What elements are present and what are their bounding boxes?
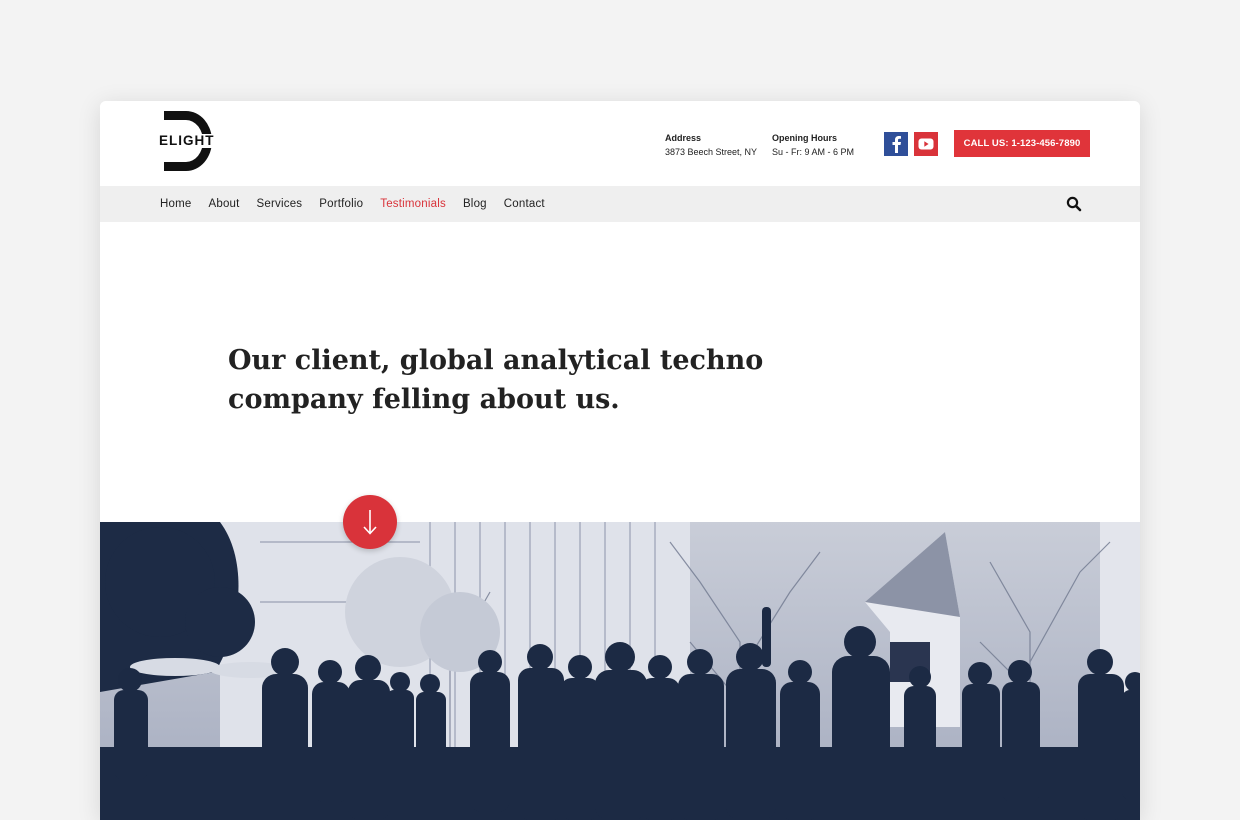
hours-block: Opening Hours Su - Fr: 9 AM - 6 PM [772,131,854,159]
hero-crowd-photo [100,522,1140,820]
site-header: ELIGHT Address 3873 Beech Street, NY Ope… [100,101,1140,186]
facebook-icon [892,136,901,153]
search-button[interactable] [1066,196,1082,212]
facebook-link[interactable] [884,132,908,156]
nav-item-testimonials[interactable]: Testimonials [380,198,446,210]
site-logo[interactable]: ELIGHT [156,107,222,175]
browser-page: ELIGHT Address 3873 Beech Street, NY Ope… [100,101,1140,820]
search-icon [1066,196,1082,212]
arrow-down-icon [363,510,377,535]
address-label: Address [665,133,702,143]
main-nav: Home About Services Portfolio Testimonia… [100,186,1140,222]
hero-heading-line-2: company felling about us. [228,384,620,415]
logo-wordmark: ELIGHT [158,133,216,148]
hours-value: Su - Fr: 9 AM - 6 PM [772,147,855,157]
nav-item-services[interactable]: Services [257,198,303,210]
nav-item-about[interactable]: About [208,198,239,210]
address-block: Address 3873 Beech Street, NY [665,131,757,159]
nav-menu: Home About Services Portfolio Testimonia… [160,186,562,222]
youtube-icon [918,138,934,150]
nav-item-home[interactable]: Home [160,198,191,210]
nav-item-blog[interactable]: Blog [463,198,487,210]
scroll-down-button[interactable] [343,495,397,549]
crowd-image [100,522,1140,820]
hero-heading-line-1: Our client, global analytical techno [228,345,764,376]
youtube-link[interactable] [914,132,938,156]
hours-label: Opening Hours [772,133,837,143]
call-us-button[interactable]: CALL US: 1-123-456-7890 [954,130,1090,157]
address-value: 3873 Beech Street, NY [665,147,758,157]
nav-item-contact[interactable]: Contact [504,198,545,210]
nav-item-portfolio[interactable]: Portfolio [319,198,363,210]
hero-heading: Our client, global analytical techno com… [228,341,768,419]
